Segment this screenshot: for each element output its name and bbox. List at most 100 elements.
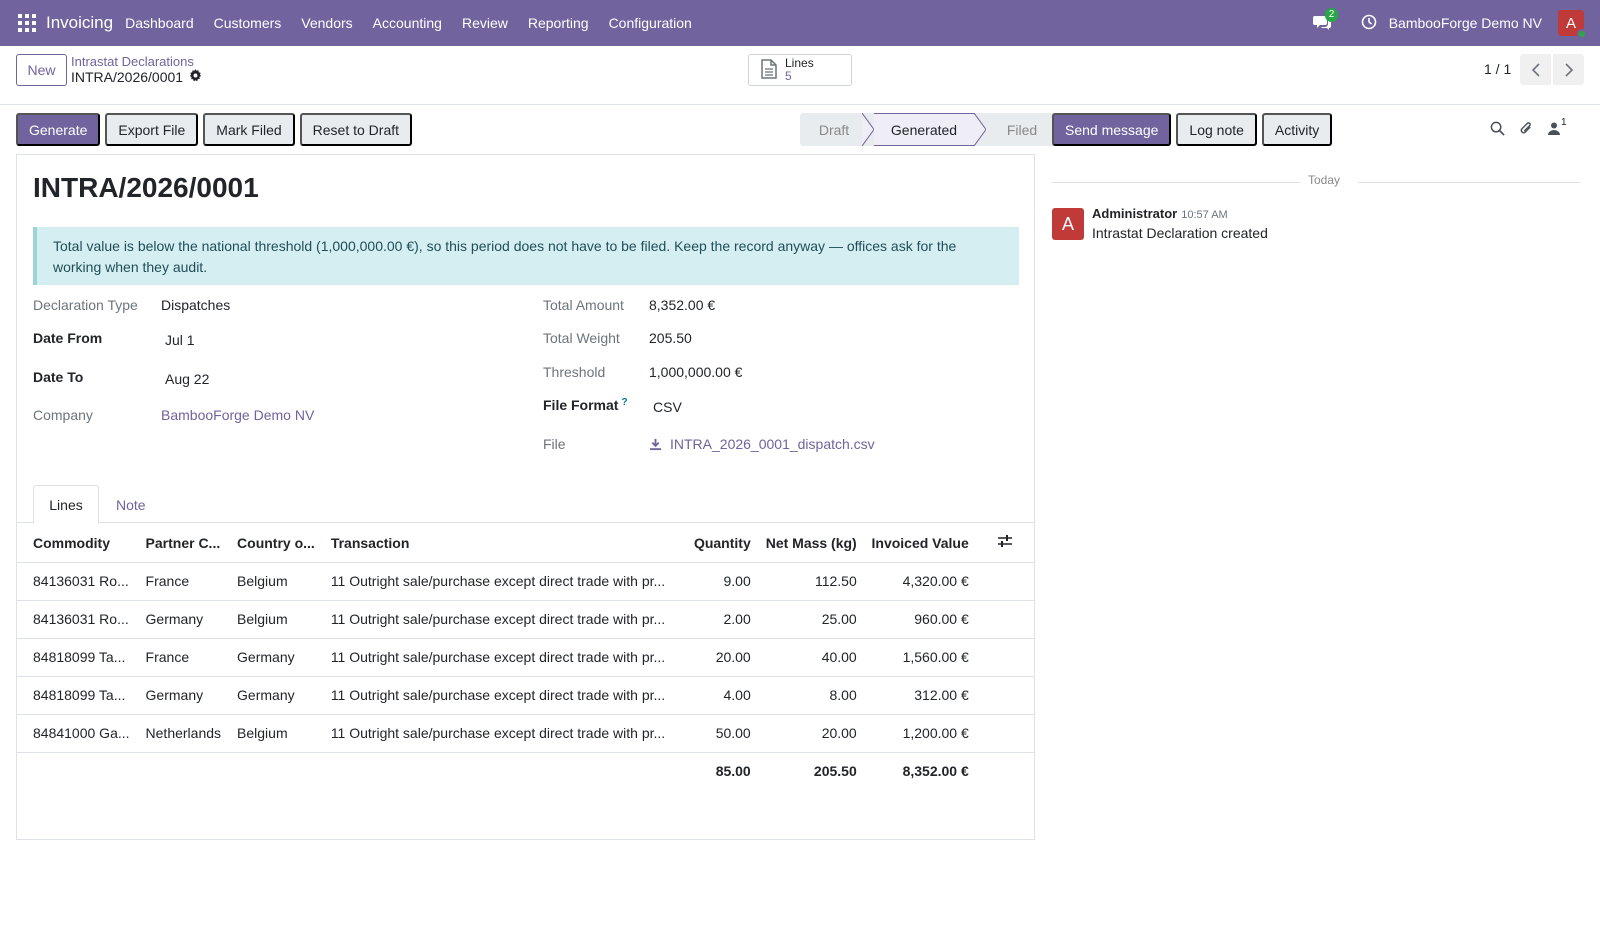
app-name[interactable]: Invoicing [46, 13, 113, 33]
column-header-transaction[interactable]: Transaction [314, 524, 681, 563]
cell-transaction: 11 Outright sale/purchase except direct … [314, 676, 681, 715]
menu-vendors[interactable]: Vendors [301, 15, 352, 31]
smart-button-value: 5 [785, 69, 792, 83]
total-quantity: 85.00 [715, 763, 751, 780]
menu-customers[interactable]: Customers [214, 15, 282, 31]
message-body: Intrastat Declaration created [1092, 225, 1268, 241]
total-net-mass: 205.50 [813, 763, 857, 780]
total-amount-label: Total Amount [543, 297, 624, 313]
pager-value[interactable]: 1 / 1 [1484, 61, 1511, 77]
cell-commodity: 84136031 Ro... [17, 562, 130, 601]
followers-icon[interactable]: 1 [1548, 117, 1581, 135]
mark-filed-button[interactable]: Mark Filed [203, 113, 295, 146]
company-switcher[interactable]: BambooForge Demo NV [1389, 15, 1542, 31]
message-author-avatar[interactable]: A [1052, 208, 1084, 240]
table-row[interactable]: 84818099 Ta... Germany Germany 11 Outrig… [17, 676, 1034, 715]
menu-review[interactable]: Review [462, 15, 508, 31]
cell-invoiced-value: 4,320.00 € [864, 562, 977, 601]
send-message-button[interactable]: Send message [1052, 113, 1172, 146]
cell-country-origin: Belgium [221, 562, 315, 601]
messages-icon[interactable]: 2 [1312, 8, 1339, 34]
cell-invoiced-value: 312.00 € [864, 676, 977, 715]
column-header-net-mass[interactable]: Net Mass (kg) [758, 524, 865, 563]
menu-accounting[interactable]: Accounting [373, 15, 442, 31]
activity-button[interactable]: Activity [1261, 113, 1333, 146]
threshold-info-alert: Total value is below the national thresh… [33, 227, 1019, 285]
stage-filed[interactable]: Filed [986, 113, 1058, 146]
menu-dashboard[interactable]: Dashboard [125, 15, 194, 31]
date-from-label: Date From [33, 330, 103, 346]
cell-partner-country: France [129, 638, 222, 677]
menu-reporting[interactable]: Reporting [528, 15, 589, 31]
cell-spacer [976, 600, 1034, 639]
tab-note[interactable]: Note [116, 485, 146, 524]
cell-quantity: 2.00 [680, 600, 759, 639]
new-button[interactable]: New [16, 54, 67, 86]
column-header-invoiced-value[interactable]: Invoiced Value [864, 524, 977, 563]
cell-partner-country: France [129, 562, 222, 601]
lines-table: Commodity Partner C... Country o... Tran… [17, 524, 1034, 790]
column-header-country-origin[interactable]: Country o... [221, 524, 315, 563]
date-separator-label: Today [1300, 173, 1349, 187]
cell-invoiced-value: 1,560.00 € [864, 638, 977, 677]
date-from-input[interactable]: Jul 1 [165, 332, 195, 348]
activity-clock-icon[interactable] [1361, 14, 1377, 33]
declaration-type-label: Declaration Type [33, 297, 138, 313]
cell-quantity: 20.00 [680, 638, 759, 677]
menu-configuration[interactable]: Configuration [609, 15, 692, 31]
cell-net-mass: 112.50 [758, 562, 865, 601]
cell-partner-country: Germany [129, 600, 222, 639]
top-navbar: Invoicing Dashboard Customers Vendors Ac… [0, 0, 1600, 46]
export-file-button[interactable]: Export File [105, 113, 199, 146]
total-amount-field: Total Amount [543, 297, 624, 313]
date-to-input[interactable]: Aug 22 [165, 371, 209, 387]
company-label: Company [33, 407, 93, 423]
stage-draft[interactable]: Draft [800, 113, 862, 146]
table-row[interactable]: 84136031 Ro... Germany Belgium 11 Outrig… [17, 600, 1034, 639]
file-field: File [543, 436, 566, 452]
table-totals-row: 85.00 205.50 8,352.00 € [17, 752, 1034, 790]
optional-columns-toggle[interactable] [976, 524, 1034, 563]
cell-commodity: 84818099 Ta... [17, 676, 130, 715]
lines-smart-button[interactable]: Lines 5 [748, 54, 852, 86]
reset-to-draft-button[interactable]: Reset to Draft [299, 113, 413, 146]
generate-button[interactable]: Generate [16, 113, 101, 146]
pager-previous-button[interactable] [1520, 54, 1551, 85]
file-format-help-tooltip[interactable]: ? [621, 397, 627, 413]
date-to-field: Date To [33, 369, 83, 385]
log-note-button[interactable]: Log note [1176, 113, 1257, 146]
column-header-quantity[interactable]: Quantity [680, 524, 759, 563]
user-avatar[interactable]: A [1558, 10, 1587, 39]
cell-commodity: 84818099 Ta... [17, 638, 130, 677]
total-weight-value: 205.50 [649, 330, 692, 346]
total-invoiced-value: 8,352.00 € [902, 763, 969, 780]
cell-net-mass: 20.00 [758, 714, 865, 753]
user-avatar-letter: A [1565, 14, 1576, 32]
search-icon[interactable] [1490, 121, 1505, 136]
threshold-value: 1,000,000.00 € [649, 364, 743, 380]
tab-lines[interactable]: Lines [33, 485, 99, 524]
form-sheet: INTRA/2026/0001 Total value is below the… [16, 154, 1035, 840]
notebook-tabs: Lines Note [17, 485, 1034, 524]
chatter-action-buttons: Send message Log note Activity [1052, 113, 1337, 146]
table-row[interactable]: 84818099 Ta... France Germany 11 Outrigh… [17, 638, 1034, 677]
column-header-commodity[interactable]: Commodity [17, 524, 130, 563]
control-panel: New Intrastat Declarations INTRA/2026/00… [0, 46, 1600, 105]
file-download-link[interactable]: INTRA_2026_0001_dispatch.csv [649, 436, 875, 452]
gear-icon[interactable] [189, 69, 202, 86]
company-link[interactable]: BambooForge Demo NV [161, 407, 314, 423]
message-author[interactable]: Administrator [1092, 206, 1177, 221]
cell-net-mass: 25.00 [758, 600, 865, 639]
cell-net-mass: 40.00 [758, 638, 865, 677]
paperclip-icon[interactable] [1519, 120, 1534, 136]
apps-grid-icon[interactable] [18, 14, 36, 32]
column-header-partner-country[interactable]: Partner C... [129, 524, 222, 563]
cell-country-origin: Germany [221, 638, 315, 677]
table-row[interactable]: 84841000 Ga... Netherlands Belgium 11 Ou… [17, 714, 1034, 753]
file-format-select[interactable]: CSV [653, 399, 682, 415]
stage-generated[interactable]: Generated [874, 113, 974, 146]
pager-next-button[interactable] [1553, 54, 1584, 85]
file-format-label: File Format [543, 397, 619, 413]
table-row[interactable]: 84136031 Ro... France Belgium 11 Outrigh… [17, 562, 1034, 601]
breadcrumb-parent-link[interactable]: Intrastat Declarations [71, 54, 202, 69]
